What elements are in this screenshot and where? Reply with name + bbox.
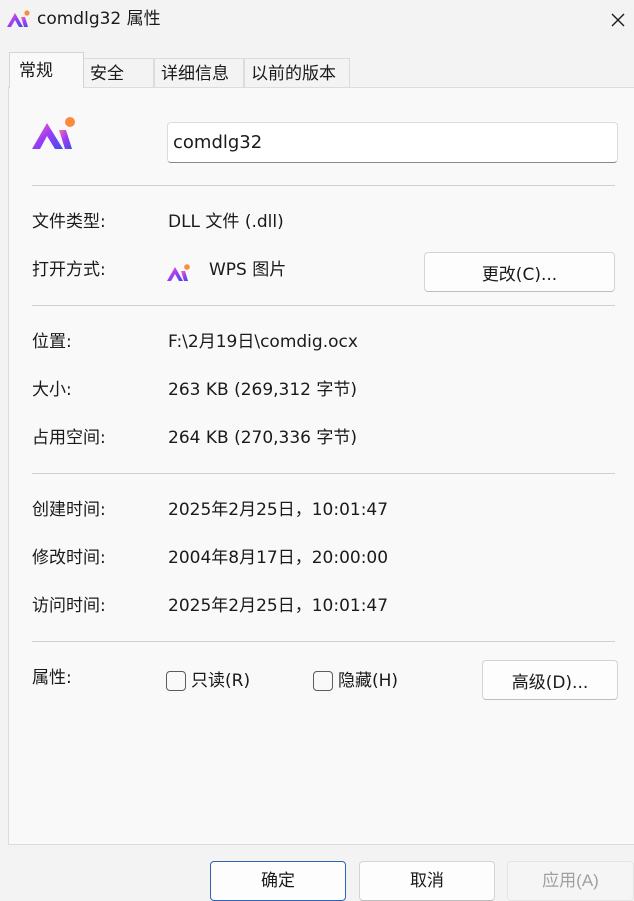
cancel-button[interactable]: 取消	[359, 861, 495, 901]
file-type-value: DLL 文件 (.dll)	[168, 212, 284, 232]
separator	[32, 473, 615, 474]
separator	[32, 185, 615, 186]
close-icon	[611, 13, 625, 27]
created-label: 创建时间:	[32, 500, 106, 520]
advanced-button[interactable]: 高级(D)...	[482, 660, 618, 700]
close-button[interactable]	[604, 0, 634, 40]
size-on-disk-label: 占用空间:	[32, 428, 106, 448]
tab-previous-versions[interactable]: 以前的版本	[244, 58, 350, 88]
tab-bar: 常规 安全 详细信息 以前的版本	[0, 52, 634, 88]
accessed-label: 访问时间:	[32, 596, 106, 616]
size-on-disk-value: 264 KB (270,336 字节)	[168, 428, 358, 448]
open-with-label: 打开方式:	[32, 260, 106, 280]
location-label: 位置:	[32, 332, 72, 352]
readonly-label: 只读(R)	[191, 671, 251, 691]
modified-value: 2004年8月17日，20:00:00	[168, 548, 389, 568]
tab-security[interactable]: 安全	[83, 58, 154, 88]
window-title: comdlg32 属性	[37, 9, 161, 29]
location-value: F:\2月19日\comdig.ocx	[168, 332, 358, 352]
general-panel	[8, 87, 634, 845]
tab-details[interactable]: 详细信息	[154, 58, 244, 88]
separator	[32, 305, 615, 306]
hidden-checkbox-box[interactable]	[313, 671, 333, 691]
tab-general[interactable]: 常规	[9, 52, 84, 88]
wps-pictures-icon	[167, 264, 190, 281]
change-button[interactable]: 更改(C)...	[424, 252, 615, 292]
ok-button[interactable]: 确定	[210, 861, 346, 901]
wps-pictures-icon	[7, 10, 30, 27]
open-with-value: WPS 图片	[209, 260, 287, 280]
hidden-label: 隐藏(H)	[338, 671, 399, 691]
accessed-value: 2025年2月25日，10:01:47	[168, 596, 389, 616]
attributes-label: 属性:	[32, 668, 72, 688]
readonly-checkbox-box[interactable]	[166, 671, 186, 691]
separator	[32, 641, 615, 642]
size-label: 大小:	[32, 380, 72, 400]
file-type-icon	[32, 117, 75, 149]
file-name-input[interactable]	[167, 122, 618, 163]
file-type-label: 文件类型:	[32, 212, 106, 232]
hidden-checkbox[interactable]: 隐藏(H)	[313, 669, 433, 693]
title-bar: comdlg32 属性	[0, 0, 634, 40]
size-value: 263 KB (269,312 字节)	[168, 380, 358, 400]
modified-label: 修改时间:	[32, 548, 106, 568]
properties-dialog: comdlg32 属性 常规 安全 详细信息 以前的版本 文件类型: DLL	[0, 0, 634, 901]
readonly-checkbox[interactable]: 只读(R)	[166, 669, 286, 693]
apply-button[interactable]: 应用(A)	[507, 861, 634, 901]
created-value: 2025年2月25日，10:01:47	[168, 500, 389, 520]
